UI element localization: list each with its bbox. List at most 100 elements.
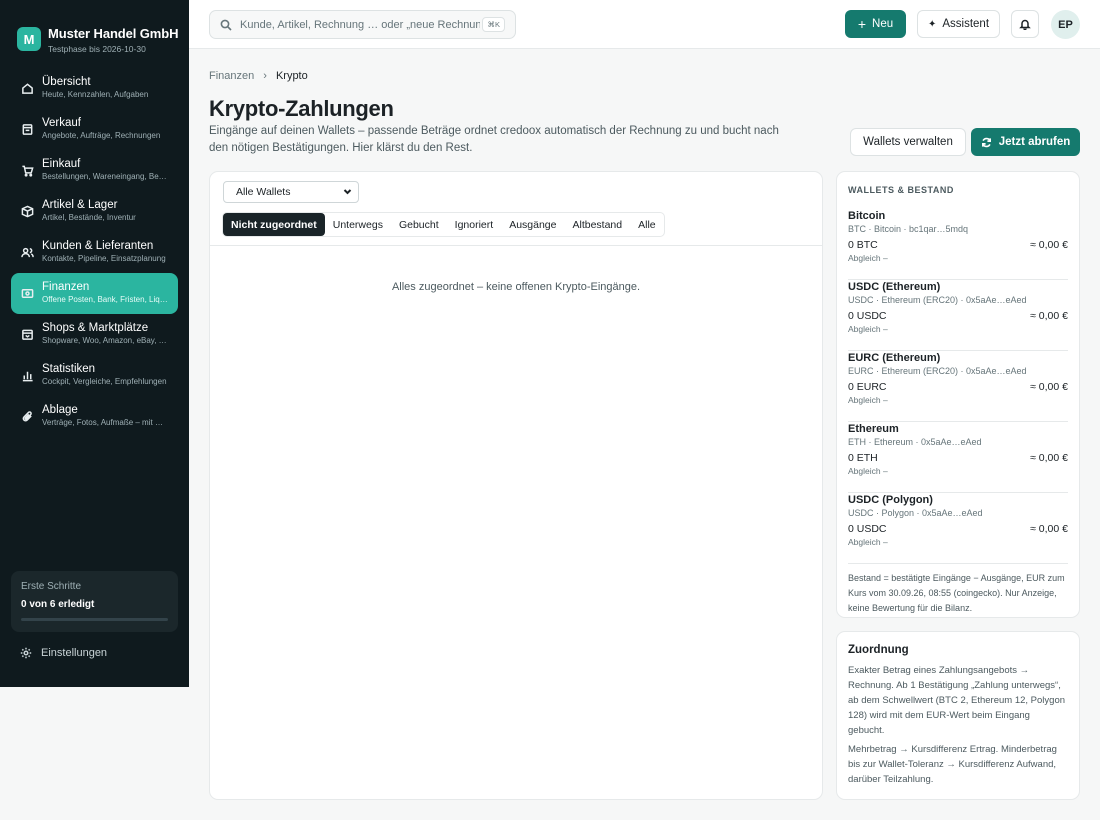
page-title: Krypto-Zahlungen (209, 96, 394, 121)
wallet-item: USDC (Polygon) USDC · Polygon · 0x5aAe…e… (848, 493, 1068, 564)
wallet-eur-value: ≈ 0,00 € (1030, 310, 1068, 322)
box-icon (20, 204, 34, 218)
sidebar-item-label: Artikel & Lager (42, 199, 118, 211)
page-description: Eingänge auf deinen Wallets – passende B… (209, 125, 779, 154)
assignment-title: Zuordnung (848, 644, 909, 656)
wallet-item: Ethereum ETH · Ethereum · 0x5aAe…eAed 0 … (848, 422, 1068, 493)
sidebar-item-sub: Cockpit, Vergleiche, Empfehlungen (42, 377, 167, 386)
wallet-name: EURC (Ethereum) (848, 352, 941, 364)
cart-icon (20, 163, 34, 177)
topbar: Kunde, Artikel, Rechnung … oder „neue Re… (189, 0, 1100, 49)
wallet-name: Bitcoin (848, 210, 886, 222)
new-button-label: Neu (872, 18, 894, 30)
chevron-down-icon (343, 187, 352, 196)
status-tabs: Nicht zugeordnet Unterwegs Gebucht Ignor… (222, 212, 665, 237)
brand[interactable]: M Muster Handel GmbH Testphase bis 2026-… (0, 0, 189, 62)
settings-link[interactable]: Einstellungen (20, 647, 107, 659)
transactions-panel: Alle Wallets Nicht zugeordnet Unterwegs … (209, 171, 823, 800)
trial-info: Testphase bis 2026-10-30 (48, 44, 146, 54)
assistant-button[interactable]: ✦ Assistent (917, 10, 1000, 38)
settings-label: Einstellungen (41, 647, 108, 659)
balance-note: Bestand = bestätigte Eingänge − Ausgänge… (848, 573, 1065, 613)
sidebar-item-verkauf[interactable]: Verkauf Angebote, Aufträge, Rechnungen (11, 109, 178, 150)
sidebar-item-sub: Artikel, Bestände, Inventur (42, 213, 136, 222)
assistant-button-label: Assistent (942, 18, 990, 30)
wallet-balance: 0 USDC (848, 523, 887, 535)
sidebar-item-finanzen[interactable]: Finanzen Offene Posten, Bank, Fristen, Li… (11, 273, 178, 314)
sidebar-item-sub: Verträge, Fotos, Aufmaße – mit Suche (42, 418, 168, 427)
divider (210, 245, 822, 246)
sidebar: M Muster Handel GmbH Testphase bis 2026-… (0, 0, 189, 687)
global-search-input[interactable]: Kunde, Artikel, Rechnung … oder „neue Re… (209, 10, 516, 39)
search-shortcut: ⌘K (482, 17, 505, 32)
users-icon (20, 245, 34, 259)
sidebar-item-sub: Shopware, Woo, Amazon, eBay, Etsy (42, 336, 168, 345)
sidebar-item-uebersicht[interactable]: Übersicht Heute, Kennzahlen, Aufgaben (11, 68, 178, 109)
user-avatar[interactable]: EP (1051, 10, 1080, 39)
wallet-balance: 0 USDC (848, 310, 887, 322)
sidebar-item-label: Finanzen (42, 281, 90, 293)
sidebar-item-label: Kunden & Lieferanten (42, 240, 154, 252)
wallet-icon (20, 286, 34, 300)
sidebar-nav: Übersicht Heute, Kennzahlen, Aufgaben Ver… (0, 68, 189, 437)
gear-icon (20, 647, 32, 659)
sidebar-item-label: Einkauf (42, 158, 81, 170)
bar-chart-icon (20, 368, 34, 382)
new-button[interactable]: + Neu (845, 10, 906, 38)
wallet-filter-value: Alle Wallets (236, 186, 291, 198)
search-icon (220, 19, 232, 31)
notifications-button[interactable] (1011, 10, 1039, 38)
sidebar-item-artikel-lager[interactable]: Artikel & Lager Artikel, Bestände, Invent… (11, 191, 178, 232)
wallet-meta: EURC · Ethereum (ERC20) · 0x5aAe…eAed (848, 366, 1027, 376)
tab-ausgaenge[interactable]: Ausgänge (501, 213, 564, 236)
fetch-now-button[interactable]: Jetzt abrufen (971, 128, 1080, 156)
wallet-sync-status: Abgleich – (848, 395, 888, 405)
company-name: Muster Handel GmbH (48, 26, 179, 41)
search-placeholder: Kunde, Artikel, Rechnung … oder „neue Re… (240, 18, 480, 31)
sidebar-item-shops[interactable]: Shops & Marktplätze Shopware, Woo, Amazon… (11, 314, 178, 355)
tab-alle[interactable]: Alle (630, 213, 664, 236)
sidebar-item-einkauf[interactable]: Einkauf Bestellungen, Wareneingang, Beleg… (11, 150, 178, 191)
bell-icon (1019, 19, 1031, 30)
manage-wallets-button[interactable]: Wallets verwalten (850, 128, 966, 156)
sidebar-item-ablage[interactable]: Ablage Verträge, Fotos, Aufmaße – mit Suc… (11, 396, 178, 437)
tab-gebucht[interactable]: Gebucht (391, 213, 447, 236)
tab-altbestand[interactable]: Altbestand (564, 213, 630, 236)
home-icon (20, 81, 34, 95)
shop-icon (20, 327, 34, 341)
empty-state-message: Alles zugeordnet – keine offenen Krypto-… (391, 281, 641, 293)
onboarding-title: Erste Schritte (21, 581, 82, 592)
wallet-filter-select[interactable]: Alle Wallets (223, 181, 359, 203)
plus-icon: + (857, 15, 867, 32)
onboarding-widget[interactable]: Erste Schritte 0 von 6 erledigt (11, 571, 178, 632)
onboarding-progress-text: 0 von 6 erledigt (21, 599, 95, 610)
sidebar-item-sub: Angebote, Aufträge, Rechnungen (42, 131, 161, 140)
sidebar-item-kunden-lieferanten[interactable]: Kunden & Lieferanten Kontakte, Pipeline, … (11, 232, 178, 273)
wallet-sync-status: Abgleich – (848, 537, 888, 547)
wallets-card-heading: WALLETS & BESTAND (848, 185, 954, 195)
breadcrumb-current: Krypto (275, 70, 308, 82)
wallet-item: Bitcoin BTC · Bitcoin · bc1qar…5mdq 0 BT… (848, 209, 1068, 280)
wallet-balance: 0 ETH (848, 452, 878, 464)
sidebar-item-statistiken[interactable]: Statistiken Cockpit, Vergleiche, Empfehlu… (11, 355, 178, 396)
wallet-sync-status: Abgleich – (848, 253, 888, 263)
receipt-icon (20, 122, 34, 136)
wallet-name: USDC (Ethereum) (848, 281, 941, 293)
wallet-sync-status: Abgleich – (848, 324, 888, 334)
paperclip-icon (20, 409, 34, 423)
wallet-eur-value: ≈ 0,00 € (1030, 523, 1068, 535)
wallet-sync-status: Abgleich – (848, 466, 888, 476)
sidebar-item-label: Statistiken (42, 363, 96, 375)
refresh-icon (981, 137, 991, 147)
tab-nicht-zugeordnet[interactable]: Nicht zugeordnet (223, 213, 325, 236)
onboarding-progress-bar (21, 618, 168, 621)
breadcrumb-parent[interactable]: Finanzen (209, 70, 254, 82)
wallet-eur-value: ≈ 0,00 € (1030, 452, 1068, 464)
sidebar-item-label: Shops & Marktplätze (42, 322, 149, 334)
tab-ignoriert[interactable]: Ignoriert (447, 213, 502, 236)
tab-unterwegs[interactable]: Unterwegs (325, 213, 391, 236)
sidebar-item-sub: Offene Posten, Bank, Fristen, Liquidität (42, 295, 168, 304)
brand-logo: M (17, 27, 41, 51)
wallet-meta: USDC · Polygon · 0x5aAe…eAed (848, 508, 983, 518)
wallet-meta: ETH · Ethereum · 0x5aAe…eAed (848, 437, 982, 447)
